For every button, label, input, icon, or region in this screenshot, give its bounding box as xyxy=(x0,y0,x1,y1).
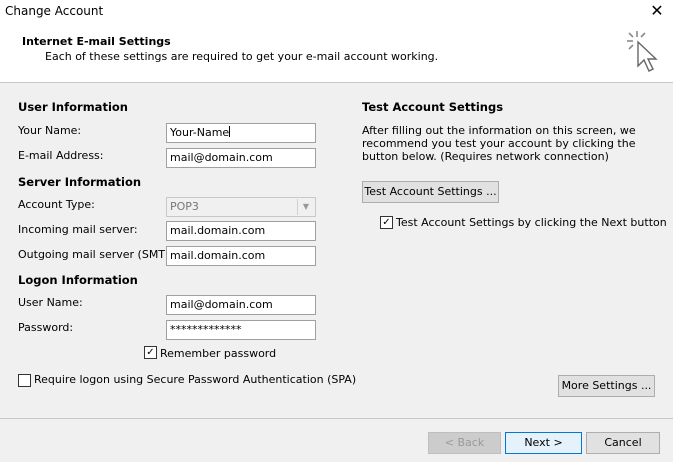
your-name-label: Your Name: xyxy=(18,124,82,137)
remember-password-checkbox[interactable]: ✓ xyxy=(144,346,157,359)
test-settings-heading: Test Account Settings xyxy=(362,100,504,114)
test-account-settings-button[interactable]: Test Account Settings ... xyxy=(362,181,499,203)
chevron-down-icon: ▼ xyxy=(297,199,314,215)
outgoing-server-label: Outgoing mail server (SMTP): xyxy=(18,248,180,261)
header-title: Internet E-mail Settings xyxy=(22,35,171,48)
test-on-next-checkbox[interactable]: ✓ xyxy=(380,216,393,229)
back-button[interactable]: < Back xyxy=(428,432,501,454)
test-on-next-label: Test Account Settings by clicking the Ne… xyxy=(396,216,667,229)
outgoing-server-input[interactable]: mail.domain.com xyxy=(166,246,316,266)
username-label: User Name: xyxy=(18,296,83,309)
password-input[interactable]: ************* xyxy=(166,320,316,340)
your-name-value: Your-Name xyxy=(170,126,230,139)
header-panel: Internet E-mail Settings Each of these s… xyxy=(0,24,673,83)
incoming-server-input[interactable]: mail.domain.com xyxy=(166,221,316,241)
your-name-input[interactable]: Your-Name xyxy=(166,123,316,143)
account-type-label: Account Type: xyxy=(18,198,95,211)
spa-label: Require logon using Secure Password Auth… xyxy=(34,373,357,386)
server-info-heading: Server Information xyxy=(18,175,142,189)
more-settings-button[interactable]: More Settings ... xyxy=(558,375,655,397)
account-type-select: POP3 ▼ xyxy=(166,197,316,217)
cursor-click-icon xyxy=(627,31,658,72)
remember-password-label: Remember password xyxy=(160,347,277,360)
incoming-server-label: Incoming mail server: xyxy=(18,223,138,236)
next-button[interactable]: Next > xyxy=(505,432,582,454)
window-title: Change Account xyxy=(5,4,104,18)
account-type-value: POP3 xyxy=(170,200,199,213)
user-info-heading: User Information xyxy=(18,100,128,114)
email-address-label: E-mail Address: xyxy=(18,149,104,162)
close-icon[interactable]: ✕ xyxy=(648,2,666,20)
text-caret xyxy=(229,126,231,137)
footer-divider xyxy=(0,418,673,419)
cancel-button[interactable]: Cancel xyxy=(586,432,660,454)
spa-checkbox[interactable] xyxy=(18,374,31,387)
logon-info-heading: Logon Information xyxy=(18,273,138,287)
test-settings-description: After filling out the information on thi… xyxy=(362,124,636,163)
header-subtitle: Each of these settings are required to g… xyxy=(45,50,439,63)
username-input[interactable]: mail@domain.com xyxy=(166,295,316,315)
email-address-input[interactable]: mail@domain.com xyxy=(166,148,316,168)
password-label: Password: xyxy=(18,321,74,334)
